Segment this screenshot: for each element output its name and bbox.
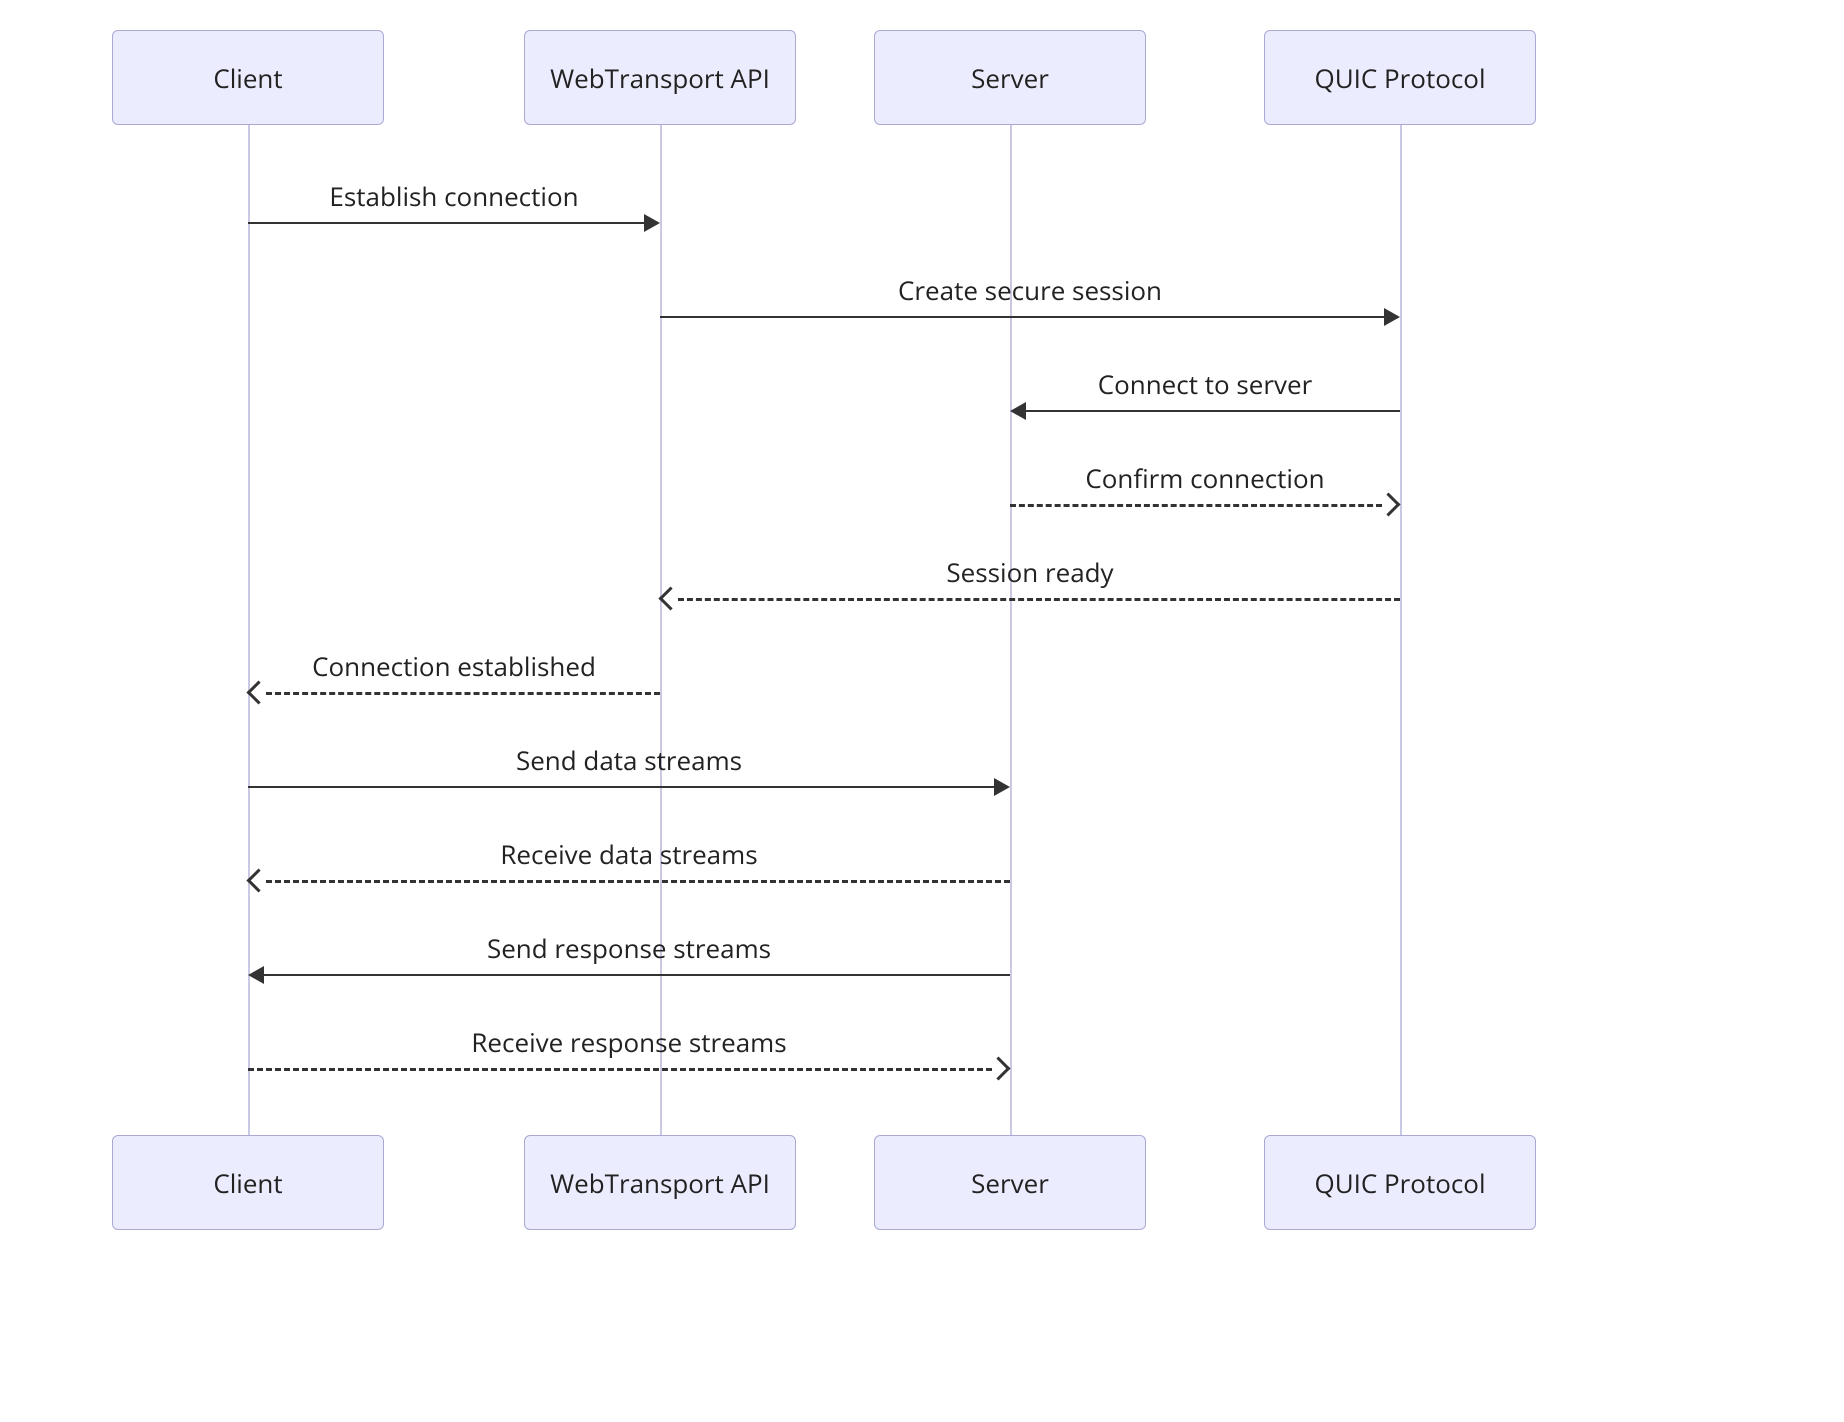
actor-quic-bottom: QUIC Protocol [1264,1135,1536,1230]
actor-label: QUIC Protocol [1314,60,1485,96]
actor-server-top: Server [874,30,1146,125]
arrowhead-icon [1010,402,1026,420]
message-label: Send data streams [248,742,1010,778]
arrowhead-icon [246,680,270,704]
message-label: Receive data streams [248,836,1010,872]
message-arrow [248,786,994,788]
message-arrow-dashed [1010,504,1382,507]
message-label: Send response streams [248,930,1010,966]
message-arrow-dashed [266,880,1010,883]
message-arrow [248,222,644,224]
message-label: Confirm connection [1010,460,1400,496]
actor-label: QUIC Protocol [1314,1165,1485,1201]
arrowhead-icon [986,1056,1010,1080]
actor-label: Server [971,1165,1049,1201]
arrowhead-icon [644,214,660,232]
actor-label: Client [213,60,282,96]
actor-api-top: WebTransport API [524,30,796,125]
message-arrow-dashed [678,598,1400,601]
arrowhead-icon [994,778,1010,796]
message-arrow [1026,410,1400,412]
message-arrow-dashed [248,1068,992,1071]
arrowhead-icon [1384,308,1400,326]
message-label: Establish connection [248,178,660,214]
actor-quic-top: QUIC Protocol [1264,30,1536,125]
message-label: Connect to server [1010,366,1400,402]
actor-api-bottom: WebTransport API [524,1135,796,1230]
actor-server-bottom: Server [874,1135,1146,1230]
actor-client-top: Client [112,30,384,125]
actor-client-bottom: Client [112,1135,384,1230]
message-label: Connection established [248,648,660,684]
actor-label: Client [213,1165,282,1201]
arrowhead-icon [1376,492,1400,516]
message-label: Create secure session [660,272,1400,308]
message-arrow [264,974,1010,976]
arrowhead-icon [246,868,270,892]
sequence-diagram: Client WebTransport API Server QUIC Prot… [0,0,1844,1422]
arrowhead-icon [248,966,264,984]
arrowhead-icon [658,586,682,610]
actor-label: Server [971,60,1049,96]
message-label: Receive response streams [248,1024,1010,1060]
message-arrow [660,316,1384,318]
actor-label: WebTransport API [550,1165,770,1201]
message-label: Session ready [660,554,1400,590]
lifeline-quic [1400,125,1402,1135]
message-arrow-dashed [266,692,660,695]
actor-label: WebTransport API [550,60,770,96]
